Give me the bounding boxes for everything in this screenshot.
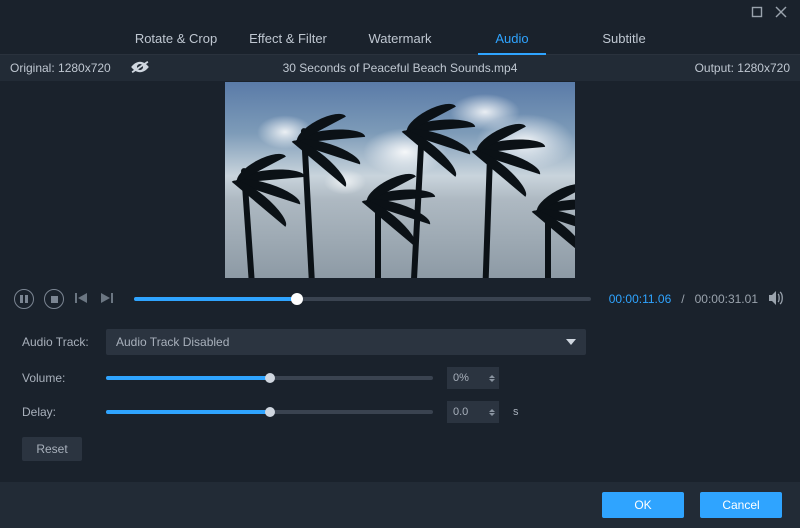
titlebar: [0, 0, 800, 24]
delay-thumb[interactable]: [265, 407, 275, 417]
tab-effect-filter[interactable]: Effect & Filter: [232, 24, 344, 54]
delay-unit: s: [513, 406, 519, 418]
prev-frame-button[interactable]: [74, 291, 90, 307]
time-separator: /: [681, 292, 684, 306]
delay-stepper[interactable]: 0.0: [447, 401, 499, 423]
chevron-down-icon: [566, 339, 576, 345]
audio-settings: Audio Track: Audio Track Disabled Volume…: [0, 319, 800, 429]
output-resolution: Output: 1280x720: [695, 61, 790, 75]
tab-bar: Rotate & Crop Effect & Filter Watermark …: [0, 24, 800, 54]
audio-track-select[interactable]: Audio Track Disabled: [106, 329, 586, 355]
close-button[interactable]: [774, 5, 788, 19]
volume-down-icon[interactable]: [489, 379, 495, 382]
delay-slider[interactable]: [106, 410, 433, 414]
stop-button[interactable]: [44, 289, 64, 309]
volume-value: 0%: [453, 372, 469, 384]
audio-track-value: Audio Track Disabled: [116, 335, 229, 349]
tab-watermark[interactable]: Watermark: [344, 24, 456, 54]
tab-rotate-crop[interactable]: Rotate & Crop: [120, 24, 232, 54]
delay-down-icon[interactable]: [489, 413, 495, 416]
playback-controls: 00:00:11.06 / 00:00:31.01: [0, 279, 800, 319]
filename-label: 30 Seconds of Peaceful Beach Sounds.mp4: [0, 61, 800, 75]
delay-value: 0.0: [453, 406, 468, 418]
volume-icon[interactable]: [768, 290, 786, 308]
volume-up-icon[interactable]: [489, 375, 495, 378]
footer: OK Cancel: [0, 482, 800, 528]
time-current: 00:00:11.06: [609, 292, 672, 306]
info-bar: Original: 1280x720 30 Seconds of Peacefu…: [0, 55, 800, 81]
volume-label: Volume:: [22, 371, 90, 385]
progress-bar[interactable]: [134, 297, 591, 301]
tab-audio[interactable]: Audio: [456, 24, 568, 54]
preview-area: [0, 81, 800, 279]
cancel-button[interactable]: Cancel: [700, 492, 782, 518]
maximize-button[interactable]: [750, 5, 764, 19]
delay-label: Delay:: [22, 405, 90, 419]
tab-subtitle[interactable]: Subtitle: [568, 24, 680, 54]
delay-up-icon[interactable]: [489, 409, 495, 412]
video-preview[interactable]: [225, 82, 575, 278]
audio-track-label: Audio Track:: [22, 335, 90, 349]
time-total: 00:00:31.01: [695, 292, 758, 306]
next-frame-button[interactable]: [100, 291, 116, 307]
progress-thumb[interactable]: [291, 293, 303, 305]
play-pause-button[interactable]: [14, 289, 34, 309]
volume-thumb[interactable]: [265, 373, 275, 383]
volume-stepper[interactable]: 0%: [447, 367, 499, 389]
volume-slider[interactable]: [106, 376, 433, 380]
reset-button[interactable]: Reset: [22, 437, 82, 461]
ok-button[interactable]: OK: [602, 492, 684, 518]
